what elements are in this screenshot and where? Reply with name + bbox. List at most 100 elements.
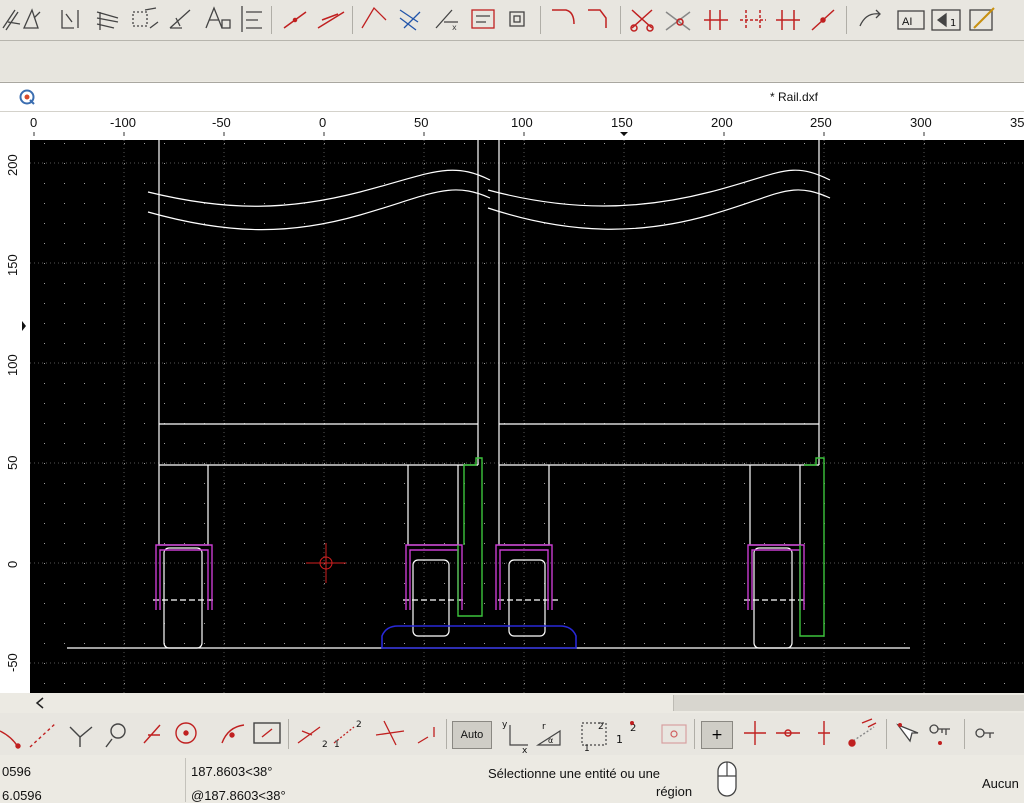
snap-on-line-icon[interactable] bbox=[661, 724, 687, 744]
svg-text:2: 2 bbox=[598, 722, 604, 732]
ruler-h-label: 0 bbox=[319, 115, 326, 130]
lock-key-icon[interactable] bbox=[975, 728, 994, 738]
coord-rel-x: 6.0596 bbox=[2, 788, 42, 803]
offset-icon[interactable] bbox=[399, 9, 421, 31]
dimension-angle-icon[interactable] bbox=[22, 8, 41, 29]
ruler-v-label: -50 bbox=[5, 653, 20, 672]
block-insert-icon[interactable]: 1 bbox=[931, 9, 961, 31]
snap-on-entity-icon[interactable] bbox=[29, 722, 57, 748]
lock-relative-zero-icon[interactable]: rα bbox=[535, 722, 561, 746]
prompt-line-1: Sélectionne une entité ou une bbox=[488, 766, 661, 781]
restrict-vertical-icon[interactable]: 12 bbox=[333, 720, 362, 750]
cursor-marker-h bbox=[620, 132, 628, 136]
break-icon[interactable] bbox=[740, 10, 766, 30]
horizontal-ruler: 0 -100 -50 0 50 100 150 200 250 300 35 bbox=[0, 112, 1024, 136]
snap-angle-icon[interactable] bbox=[818, 721, 830, 745]
ruler-h-label: 100 bbox=[511, 115, 533, 130]
ruler-v-label: 200 bbox=[5, 154, 20, 176]
ruler-h-label: 50 bbox=[414, 115, 428, 130]
grid-major-lines bbox=[30, 140, 1024, 693]
snap-toolbar-icons: 2 12 yx rα 12 12 bbox=[0, 718, 994, 755]
ruler-h-label: 0 bbox=[30, 115, 37, 130]
snap-middle-icon[interactable] bbox=[143, 724, 161, 744]
polyline-icon[interactable] bbox=[361, 6, 387, 29]
dimension-linear-icon[interactable] bbox=[61, 10, 79, 29]
small-key-icon[interactable] bbox=[929, 724, 950, 745]
snap-on-line-point-icon[interactable] bbox=[744, 721, 766, 745]
toolbar-dock-area bbox=[0, 41, 1024, 81]
parallel-line-icon[interactable] bbox=[317, 11, 345, 29]
properties-icon[interactable] bbox=[969, 7, 995, 31]
snap-free-button[interactable]: + bbox=[701, 721, 733, 749]
text-edit-icon[interactable]: AI bbox=[897, 10, 925, 30]
auto-snap-button[interactable]: Auto bbox=[452, 721, 492, 749]
coord-abs-polar: 187.8603<38° bbox=[191, 764, 273, 779]
text-icon[interactable] bbox=[205, 6, 231, 29]
vertical-ruler: 200 150 100 50 0 -50 bbox=[0, 136, 30, 693]
drawing-entities bbox=[30, 140, 1024, 693]
restrict-orthogonal-icon[interactable] bbox=[375, 720, 405, 746]
svg-text:2: 2 bbox=[356, 720, 362, 730]
snap-distance-icon[interactable] bbox=[175, 722, 197, 744]
snap-vertical-icon[interactable] bbox=[776, 729, 800, 737]
cut-icon[interactable] bbox=[630, 9, 654, 32]
bogie-frames bbox=[155, 544, 805, 610]
coord-rel-polar: @187.8603<38° bbox=[191, 788, 286, 803]
scroll-left-icon[interactable] bbox=[30, 693, 50, 713]
svg-text:2: 2 bbox=[322, 740, 328, 750]
crosshair-cursor bbox=[306, 543, 346, 583]
step-profiles bbox=[457, 457, 825, 637]
grid-icon[interactable]: 12 bbox=[581, 722, 607, 754]
svg-text:1: 1 bbox=[334, 740, 340, 750]
snap-center-icon[interactable] bbox=[105, 723, 126, 748]
drawing-window: * Rail.dxf 0 -100 -50 0 50 100 150 200 2… bbox=[0, 82, 1024, 713]
relative-zero-icon[interactable]: yx bbox=[502, 720, 528, 755]
block-icon[interactable] bbox=[471, 9, 495, 29]
snap-perpendicular-icon[interactable] bbox=[221, 724, 245, 744]
scale-icon[interactable] bbox=[509, 11, 525, 27]
snap-endpoint-icon[interactable] bbox=[0, 730, 21, 749]
restrict-horizontal-icon[interactable]: 2 bbox=[297, 726, 328, 750]
dimension-aligned-icon[interactable] bbox=[2, 9, 21, 31]
ruler-h-label: 300 bbox=[910, 115, 932, 130]
leader-icon[interactable] bbox=[132, 7, 159, 29]
ruler-v-label: 100 bbox=[5, 354, 20, 376]
drawing-title-bar: * Rail.dxf bbox=[0, 83, 1024, 112]
scroll-thumb[interactable] bbox=[673, 695, 1024, 711]
snap-rectangle-icon[interactable] bbox=[253, 722, 281, 744]
ruler-v-label: 150 bbox=[5, 254, 20, 276]
snap-toolbar: 2 12 yx rα 12 12 Auto + bbox=[0, 713, 1024, 755]
key-icon[interactable] bbox=[896, 723, 919, 743]
restrict-nothing-icon[interactable] bbox=[417, 727, 435, 744]
svg-text:AI: AI bbox=[902, 16, 912, 28]
hatch-icon[interactable] bbox=[96, 11, 119, 30]
chamfer-icon[interactable] bbox=[588, 9, 607, 28]
svg-text:α: α bbox=[548, 736, 553, 745]
mouse-icon bbox=[717, 761, 737, 797]
move-relative-icon[interactable]: 12 bbox=[616, 721, 636, 746]
ruler-h-label: -100 bbox=[110, 115, 136, 130]
divide-icon[interactable] bbox=[704, 10, 728, 30]
dimension-radial-icon[interactable] bbox=[169, 9, 191, 29]
mirror-icon[interactable] bbox=[776, 10, 800, 30]
rotate-icon[interactable] bbox=[859, 9, 881, 27]
svg-text:x: x bbox=[522, 746, 528, 755]
app-logo-icon bbox=[19, 89, 35, 105]
cursor-marker-v bbox=[22, 321, 26, 331]
ruler-h-label: 35 bbox=[1010, 115, 1024, 130]
horizontal-scrollbar[interactable] bbox=[0, 693, 1024, 713]
snap-intersection-icon[interactable] bbox=[69, 726, 93, 747]
select-pointer-icon[interactable] bbox=[848, 718, 877, 747]
svg-text:1: 1 bbox=[616, 733, 623, 746]
trim-two-icon[interactable] bbox=[665, 11, 691, 31]
align-icon[interactable] bbox=[241, 6, 262, 32]
fillet-icon[interactable] bbox=[552, 9, 575, 25]
top-toolbar: x AI 1 bbox=[0, 0, 1024, 41]
trim-icon[interactable]: x bbox=[435, 9, 458, 32]
line-icon[interactable] bbox=[283, 11, 307, 29]
drawing-canvas[interactable] bbox=[30, 140, 1024, 693]
svg-text:1: 1 bbox=[950, 18, 956, 29]
prompt-line-2: région bbox=[656, 784, 693, 799]
rail-cars bbox=[67, 140, 910, 649]
stretch-icon[interactable] bbox=[811, 9, 835, 31]
